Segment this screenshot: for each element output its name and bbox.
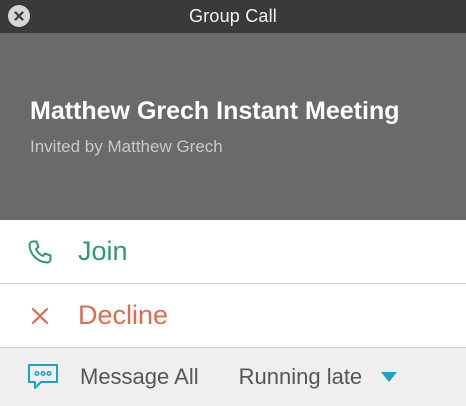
title-bar: Group Call: [0, 0, 466, 33]
join-label: Join: [78, 236, 128, 266]
x-icon: [26, 302, 54, 330]
chat-bubble-icon[interactable]: [26, 362, 60, 392]
phone-icon: [26, 238, 54, 266]
decline-button[interactable]: Decline: [0, 284, 466, 348]
quick-reply-bar: Message All Running late: [0, 348, 466, 406]
meeting-title: Matthew Grech Instant Meeting: [30, 97, 400, 125]
close-button[interactable]: [8, 5, 30, 27]
window-title: Group Call: [188, 6, 278, 26]
message-all-button[interactable]: Message All: [80, 364, 199, 390]
meeting-header: Matthew Grech Instant Meeting Invited by…: [0, 33, 466, 220]
close-icon: [14, 11, 24, 21]
quick-reply-select[interactable]: Running late: [239, 364, 363, 390]
caret-down-icon[interactable]: [380, 371, 398, 383]
decline-label: Decline: [78, 300, 169, 330]
invited-by-text: Invited by Matthew Grech: [30, 137, 223, 156]
join-button[interactable]: Join: [0, 220, 466, 284]
